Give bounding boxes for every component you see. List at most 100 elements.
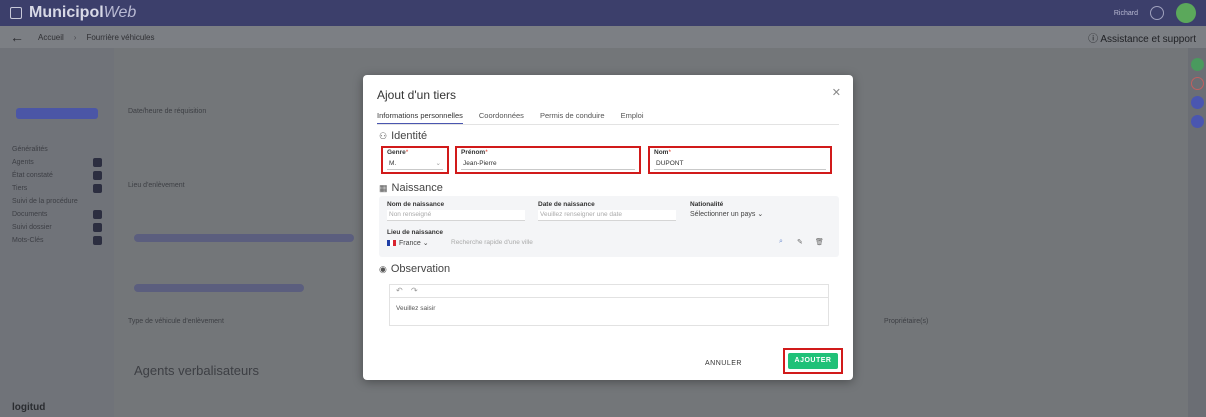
- count-badge: [93, 171, 102, 180]
- nationality-placeholder: Sélectionner un pays: [690, 211, 756, 218]
- sidebar-item[interactable]: État constaté: [0, 169, 114, 182]
- observation-placeholder: Veuillez saisir: [396, 305, 436, 312]
- prenom-input[interactable]: Jean-Pierre: [461, 159, 635, 170]
- prenom-label: Prénom*: [461, 149, 488, 156]
- genre-label: Genre*: [387, 149, 409, 156]
- sidebar-item-label: Documents: [12, 211, 48, 218]
- nationality-select[interactable]: Sélectionner un pays ⌄: [690, 210, 763, 218]
- chevron-down-icon: ⌄: [435, 160, 441, 167]
- count-badge: [93, 184, 102, 193]
- agents-section-title: Agents verbalisateurs: [134, 363, 260, 378]
- sidebar-primary-button[interactable]: [16, 108, 98, 119]
- info-dot-icon[interactable]: [1190, 115, 1204, 128]
- observation-section-title: ◉ Observation: [379, 263, 450, 275]
- notifications-icon[interactable]: [1150, 6, 1164, 20]
- prenom-label-text: Prénom: [461, 149, 486, 156]
- sidebar-item[interactable]: Agents: [0, 156, 114, 169]
- brand-name: Municipol: [29, 4, 104, 21]
- vehicle-type-label: Type de véhicule d'enlèvement: [128, 318, 224, 325]
- identity-section-title: ⚇ Identité: [379, 130, 427, 142]
- count-badge: [93, 236, 102, 245]
- close-icon[interactable]: ✕: [832, 86, 841, 99]
- status-dot-icon[interactable]: [1190, 58, 1204, 71]
- sidebar-item[interactable]: Tiers: [0, 182, 114, 195]
- undo-icon[interactable]: ↶: [396, 286, 403, 295]
- cancel-button[interactable]: ANNULER: [705, 360, 742, 367]
- count-badge: [93, 210, 102, 219]
- genre-value: M.: [389, 160, 397, 167]
- sidebar-item-label: Mots-Clés: [12, 237, 44, 244]
- chevron-down-icon: ⌄: [422, 240, 429, 247]
- count-badge: [93, 223, 102, 232]
- sidebar-item[interactable]: Documents: [0, 208, 114, 221]
- tab-driving-license[interactable]: Permis de conduire: [540, 111, 605, 124]
- edit-icon[interactable]: ✎: [797, 238, 803, 246]
- redo-icon[interactable]: ↷: [411, 286, 418, 295]
- info-dot-icon[interactable]: [1190, 96, 1204, 109]
- sidebar-item[interactable]: Suivi de la procédure: [0, 195, 114, 208]
- help-link[interactable]: ⓘ Assistance et support: [1088, 30, 1196, 45]
- nationality-label: Nationalité: [690, 201, 724, 208]
- french-flag-icon: [387, 240, 396, 247]
- city-search-input[interactable]: Recherche rapide d'une ville: [449, 238, 749, 249]
- genre-label-text: Genre: [387, 149, 406, 156]
- right-nav: [1188, 48, 1206, 417]
- sidebar-item-label: Tiers: [12, 185, 28, 192]
- calendar-icon: ▦: [379, 182, 388, 193]
- birthdate-label: Date de naissance: [538, 201, 595, 208]
- sidebar-item-label: Généralités: [12, 146, 48, 153]
- user-name[interactable]: Richard: [1114, 10, 1138, 17]
- owner-label: Propriétaire(s): [884, 318, 929, 325]
- tag-chip: [134, 234, 354, 242]
- breadcrumb-home[interactable]: Accueil: [38, 33, 64, 42]
- sidebar: Généralités Agents État constaté Tiers S…: [0, 48, 114, 417]
- sidebar-item-label: Agents: [12, 159, 34, 166]
- birth-panel: Nom de naissance Non renseigné Date de n…: [379, 196, 839, 257]
- tab-contact[interactable]: Coordonnées: [479, 111, 524, 124]
- tab-personal-info[interactable]: Informations personnelles: [377, 111, 463, 124]
- birthplace-label: Lieu de naissance: [387, 229, 443, 236]
- back-arrow-icon[interactable]: ←: [10, 29, 24, 45]
- place-label: Lieu d'enlèvement: [128, 182, 185, 189]
- footer-logo: logitud: [12, 402, 46, 413]
- sidebar-item[interactable]: Mots-Clés: [0, 234, 114, 247]
- birth-section-title: ▦ Naissance: [379, 182, 443, 194]
- add-button[interactable]: AJOUTER: [788, 353, 838, 369]
- observation-title-text: Observation: [390, 263, 451, 275]
- sidebar-item-label: Suivi de la procédure: [12, 198, 78, 205]
- top-bar: Municipol Web Richard: [0, 0, 1206, 26]
- sidebar-item-label: État constaté: [12, 172, 53, 179]
- trash-icon[interactable]: 🗑: [815, 238, 824, 246]
- chevron-down-icon: ⌄: [757, 211, 764, 218]
- modal-tabs: Informations personnelles Coordonnées Pe…: [377, 111, 839, 125]
- user-icon: ⚇: [379, 130, 388, 141]
- birthname-input[interactable]: Non renseigné: [387, 210, 525, 221]
- eye-icon: ◉: [379, 263, 387, 274]
- breadcrumb: ← Accueil › Fourrière véhicules ⓘ Assist…: [0, 26, 1206, 48]
- identity-title-text: Identité: [391, 130, 428, 142]
- observation-editor[interactable]: ↶ ↷ Veuillez saisir: [389, 284, 829, 326]
- count-badge: [93, 158, 102, 167]
- editor-toolbar: ↶ ↷: [390, 285, 828, 298]
- country-select[interactable]: France ⌄: [387, 239, 429, 247]
- nom-label-text: Nom: [654, 149, 669, 156]
- avatar[interactable]: [1176, 3, 1196, 23]
- country-value: France: [399, 240, 421, 247]
- birth-title-text: Naissance: [391, 182, 443, 194]
- breadcrumb-separator-icon: ›: [73, 32, 77, 42]
- birthdate-input[interactable]: Veuillez renseigner une date: [538, 210, 676, 221]
- sidebar-item[interactable]: Suivi dossier: [0, 221, 114, 234]
- brand-accent: Web: [103, 4, 137, 21]
- date-label: Date/heure de réquisition: [128, 108, 207, 115]
- search-icon[interactable]: ⌕: [779, 238, 783, 246]
- help-link-label: Assistance et support: [1100, 33, 1196, 45]
- birthname-label: Nom de naissance: [387, 201, 445, 208]
- nom-input[interactable]: DUPONT: [654, 159, 826, 170]
- tag-chip: [134, 284, 304, 292]
- tab-employment[interactable]: Emploi: [621, 111, 644, 124]
- add-third-party-modal: Ajout d'un tiers ✕ Informations personne…: [363, 75, 853, 380]
- genre-select[interactable]: M. ⌄: [387, 159, 443, 170]
- sidebar-item-label: Suivi dossier: [12, 224, 52, 231]
- close-circle-icon[interactable]: [1190, 77, 1204, 90]
- sidebar-item[interactable]: Généralités: [0, 143, 114, 156]
